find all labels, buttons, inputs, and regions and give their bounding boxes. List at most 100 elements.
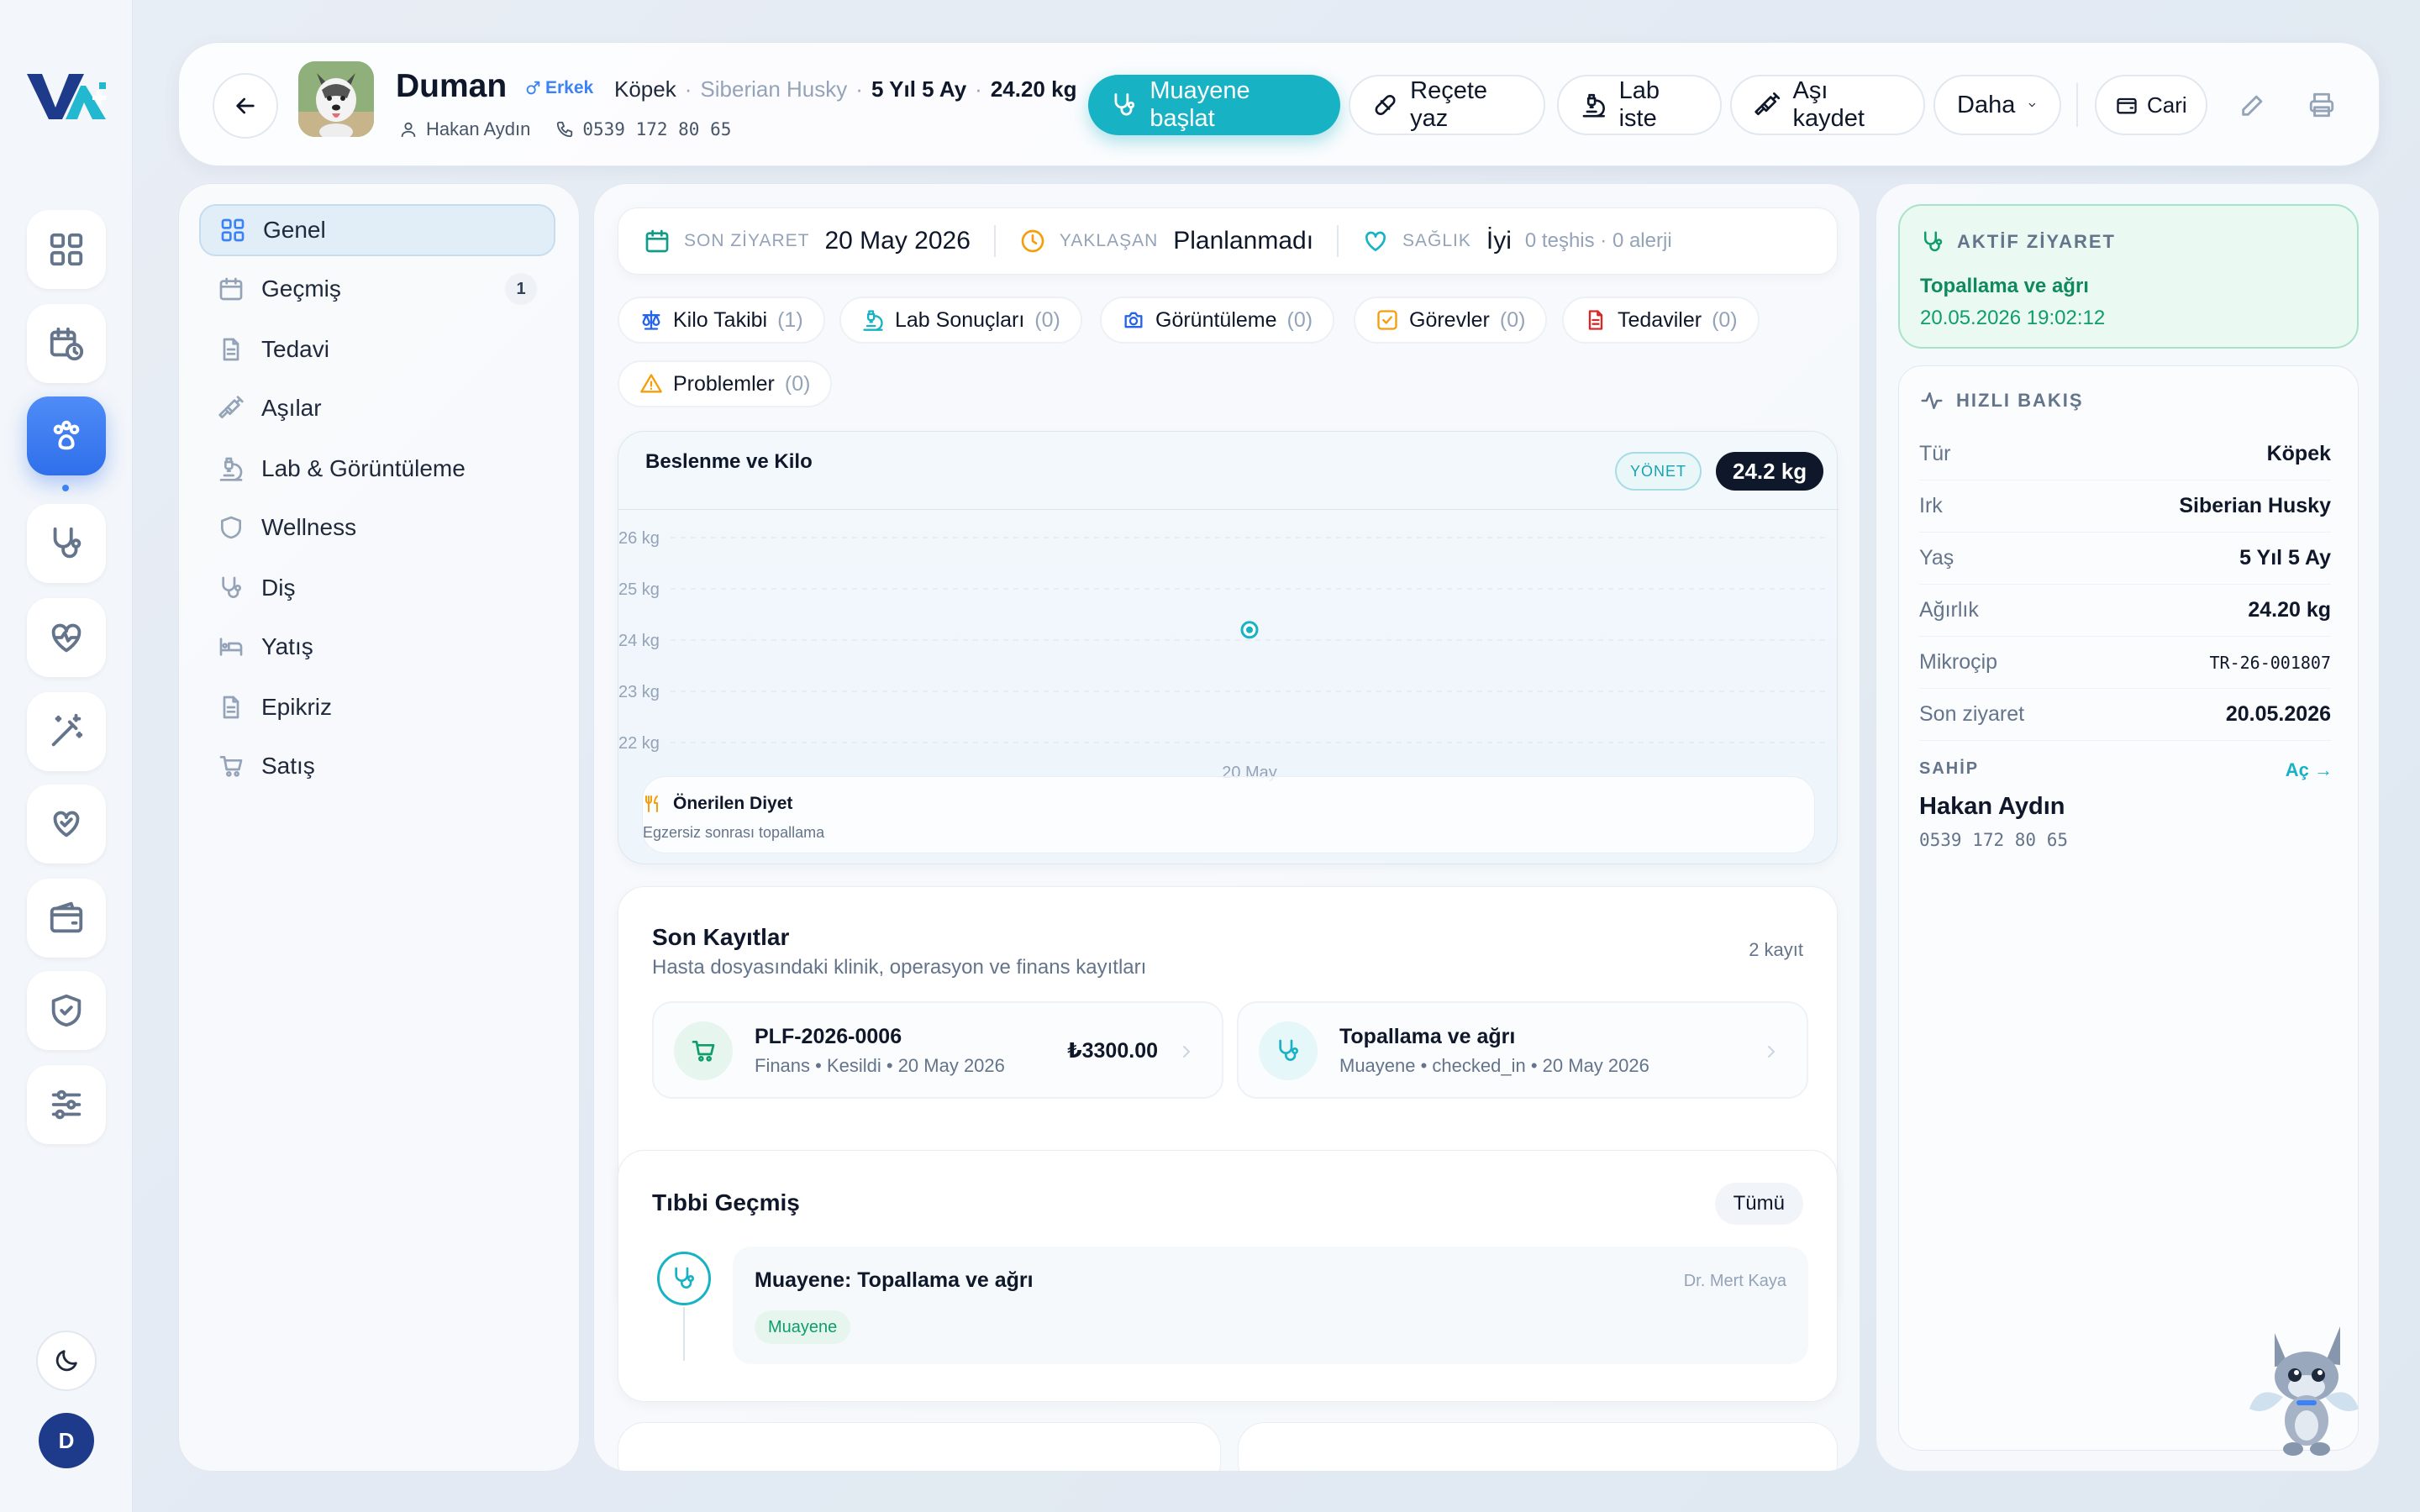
microscope-icon	[1582, 93, 1605, 118]
y-tick-label: 24 kg	[618, 632, 660, 650]
mascot-image[interactable]	[2241, 1316, 2367, 1457]
owner-label: SAHİP	[1919, 759, 1980, 778]
quick-look-label: HIZLI BAKIŞ	[1956, 390, 2084, 411]
vaccine-button[interactable]: Aşı kaydet	[1730, 75, 1925, 135]
print-button[interactable]	[2296, 80, 2347, 130]
document-icon	[223, 338, 239, 361]
age-text: 5 Yıl 5 Ay	[871, 76, 967, 102]
nav-item-gecmis[interactable]: Geçmiş 1	[199, 263, 555, 315]
rail-settings-button[interactable]	[27, 1065, 106, 1144]
right-panel: AKTİF ZİYARET Topallama ve ağrı 20.05.20…	[1876, 183, 2380, 1472]
wallet-icon	[50, 901, 83, 933]
main-panel: SON ZİYARET 20 May 2026 YAKLAŞAN Planlan…	[593, 183, 1860, 1472]
history-all-button[interactable]: Tümü	[1714, 1183, 1803, 1225]
stethoscope-icon	[222, 576, 241, 598]
rail-care-button[interactable]	[27, 785, 106, 864]
lab-request-button[interactable]: Lab iste	[1557, 75, 1722, 135]
active-indicator	[62, 485, 69, 491]
owner-name: Hakan Aydın	[426, 118, 531, 139]
owner-open-link[interactable]: Aç →	[2286, 759, 2333, 781]
prescription-button[interactable]: Reçete yaz	[1349, 75, 1545, 135]
active-visit-label: AKTİF ZİYARET	[1957, 231, 2116, 252]
quick-row: Irk Siberian Husky	[1919, 480, 2331, 533]
calendar-icon	[219, 277, 243, 301]
history-entry-title: Muayene: Topallama ve ağrı	[755, 1268, 1034, 1292]
record-title: Topallama ve ağrı	[1339, 1025, 1516, 1048]
history-entry[interactable]: Muayene: Topallama ve ağrı Dr. Mert Kaya…	[733, 1247, 1808, 1364]
nav-item-lab-goruntuleme[interactable]: Lab & Görüntüleme	[199, 443, 555, 495]
pencil-icon	[2242, 95, 2263, 116]
nav-item-epikriz[interactable]: Epikriz	[199, 681, 555, 733]
active-visit-title: Topallama ve ağrı	[1920, 275, 2089, 297]
calendar-icon	[645, 229, 669, 253]
history-doctor: Dr. Mert Kaya	[1683, 1272, 1786, 1290]
nav-item-satis[interactable]: Satış	[199, 740, 555, 792]
nav-item-dis[interactable]: Diş	[199, 562, 555, 614]
placeholder-card	[618, 1422, 1221, 1471]
more-dropdown[interactable]: Daha	[1933, 75, 2061, 135]
bed-icon	[219, 638, 243, 656]
medical-history-card: Tıbbi Geçmiş Tümü Muayene: Topallama ve …	[618, 1150, 1838, 1402]
shield-icon	[221, 516, 241, 539]
nav-item-tedavi[interactable]: Tedavi	[199, 323, 555, 375]
patient-photo	[298, 61, 374, 137]
nav-item-wellness[interactable]: Wellness	[199, 501, 555, 554]
owner-info[interactable]: Hakan Aydın 0539 172 80 65	[399, 118, 731, 140]
nav-item-asilar[interactable]: Aşılar	[199, 382, 555, 434]
quick-row: Tür Köpek	[1919, 428, 2331, 480]
chip-imaging[interactable]: Görüntüleme (0)	[1100, 297, 1335, 344]
divider	[2076, 83, 2078, 127]
manage-button[interactable]: YÖNET	[1615, 452, 1702, 491]
upcoming-value: Planlanmadı	[1173, 227, 1314, 255]
moon-icon	[55, 1350, 77, 1372]
edit-button[interactable]	[2228, 80, 2278, 130]
rail-security-button[interactable]	[27, 971, 106, 1050]
chip-lab-results[interactable]: Lab Sonuçları (0)	[839, 297, 1082, 344]
placeholder-card	[1238, 1422, 1838, 1471]
active-visit-card[interactable]: AKTİF ZİYARET Topallama ve ağrı 20.05.20…	[1898, 204, 2359, 349]
nav-item-yatis[interactable]: Yatış	[199, 621, 555, 673]
sliders-icon	[51, 1089, 82, 1120]
quick-row: Mikroçip TR-26-001807	[1919, 637, 2331, 689]
account-button[interactable]: Cari	[2095, 75, 2207, 135]
chip-problems[interactable]: Problemler (0)	[618, 360, 833, 407]
rail-patients-button[interactable]	[27, 396, 106, 475]
heart-hand-icon	[53, 811, 80, 837]
breed-text: Siberian Husky	[700, 76, 848, 102]
gender-badge: Erkek	[523, 78, 593, 98]
rail-dashboard-button[interactable]	[27, 210, 106, 289]
grid-icon	[50, 233, 83, 266]
start-exam-button[interactable]: Muayene başlat	[1088, 75, 1340, 135]
weight-card: Beslenme ve Kilo YÖNET 24.2 kg 26 kg 25 k…	[618, 431, 1839, 864]
camera-icon	[1124, 312, 1143, 328]
nav-item-genel[interactable]: Genel	[199, 204, 555, 256]
back-button[interactable]	[213, 73, 278, 139]
chip-weight-tracking[interactable]: Kilo Takibi (1)	[618, 297, 825, 344]
record-item[interactable]: Topallama ve ağrı Muayene • checked_in •…	[1237, 1001, 1808, 1099]
microscope-icon	[219, 457, 243, 481]
user-avatar[interactable]: D	[39, 1413, 94, 1468]
patient-header: Duman Erkek Köpek · Siberian Husky · 5 Y…	[178, 42, 2380, 166]
y-tick-label: 22 kg	[618, 734, 660, 753]
chip-treatments[interactable]: Tedaviler (0)	[1562, 297, 1760, 344]
record-meta: Muayene • checked_in • 20 May 2026	[1339, 1055, 1649, 1076]
document-icon	[223, 696, 239, 719]
rail-procedures-button[interactable]	[27, 692, 106, 771]
chip-tasks[interactable]: Görevler (0)	[1354, 297, 1548, 344]
app-logo[interactable]	[25, 71, 108, 123]
theme-toggle-button[interactable]	[36, 1331, 97, 1391]
rail-health-button[interactable]	[27, 598, 106, 677]
history-title: Tıbbi Geçmiş	[652, 1189, 800, 1215]
stethoscope-icon	[675, 1267, 694, 1289]
patient-meta: Köpek · Siberian Husky · 5 Yıl 5 Ay · 24…	[614, 76, 1077, 102]
rail-calendar-button[interactable]	[27, 304, 106, 383]
record-item[interactable]: PLF-2026-0006 Finans • Kesildi • 20 May …	[652, 1001, 1223, 1099]
rail-exam-button[interactable]	[27, 504, 106, 583]
stethoscope-icon	[1114, 93, 1135, 116]
rail-finance-button[interactable]	[27, 879, 106, 958]
gender-text: Erkek	[545, 78, 594, 97]
species-text: Köpek	[614, 76, 676, 102]
section-nav: Genel Geçmiş 1 Tedavi Aşılar Lab & Görün…	[178, 183, 580, 1472]
pill-icon	[1375, 95, 1396, 115]
weight-text: 24.20 kg	[990, 76, 1077, 102]
